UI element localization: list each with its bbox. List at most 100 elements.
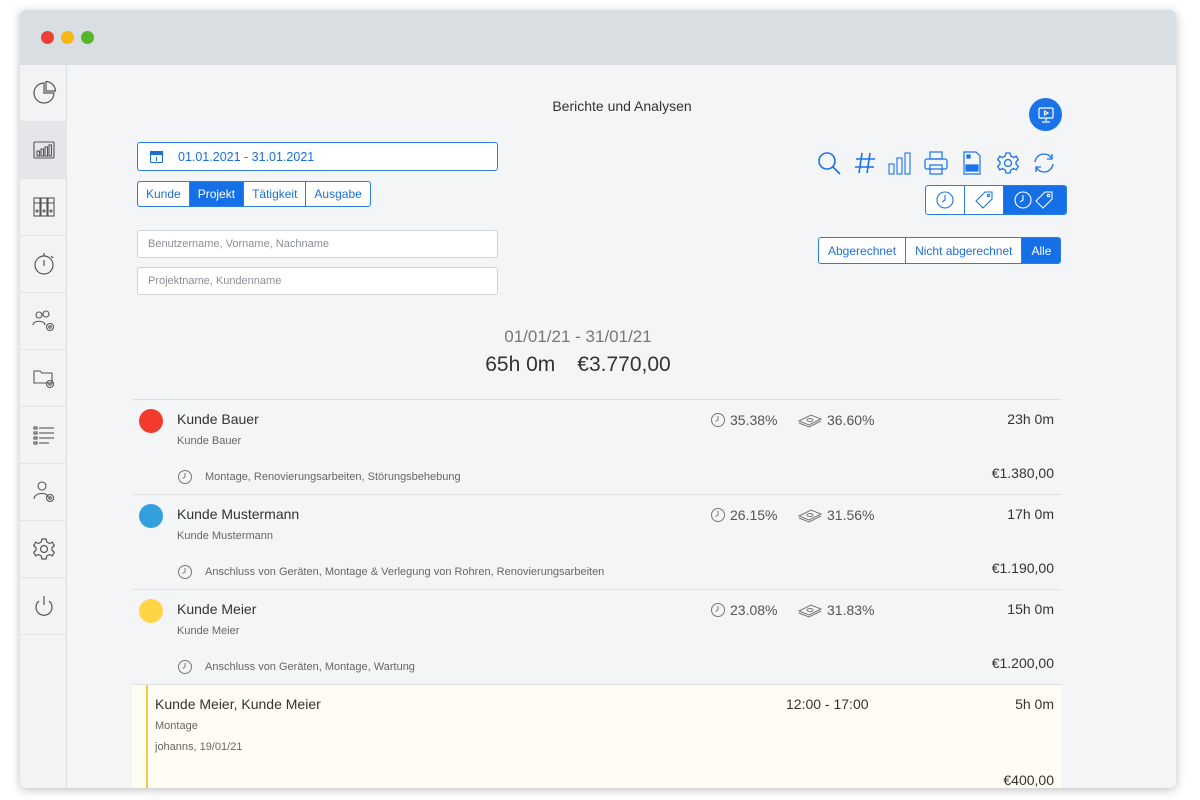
pie-chart-icon bbox=[32, 80, 56, 104]
sidebar-item-team-settings[interactable] bbox=[20, 293, 67, 350]
sidebar-item-reports[interactable] bbox=[20, 122, 67, 179]
sidebar-item-list[interactable] bbox=[20, 407, 67, 464]
entry-name: Kunde Meier, Kunde Meier bbox=[155, 696, 321, 712]
total-hours: 65h 0m bbox=[485, 353, 556, 376]
tab-alle[interactable]: Alle bbox=[1022, 238, 1061, 263]
title-bar bbox=[20, 10, 1176, 65]
tab-kunde[interactable]: Kunde bbox=[138, 182, 190, 206]
sidebar-item-folder-settings[interactable] bbox=[20, 350, 67, 407]
chart-button[interactable] bbox=[886, 149, 914, 177]
row-hours: 23h 0m bbox=[1007, 411, 1054, 427]
row-activities: Montage, Renovierungsarbeiten, Störungsb… bbox=[177, 469, 461, 485]
money-icon bbox=[797, 509, 823, 523]
hash-icon bbox=[855, 152, 875, 174]
report-row[interactable]: Kunde Bauer Kunde Bauer 35.38% 36.60% 23… bbox=[132, 399, 1062, 494]
view-time-amount[interactable] bbox=[1004, 186, 1066, 214]
customer-color-dot bbox=[139, 409, 163, 433]
tab-abgerechnet[interactable]: Abgerechnet bbox=[819, 238, 907, 263]
presentation-button[interactable] bbox=[1029, 98, 1062, 131]
list-icon bbox=[32, 426, 54, 445]
gear-icon bbox=[32, 538, 55, 560]
settings-button[interactable] bbox=[994, 149, 1022, 177]
sidebar-item-dashboard[interactable] bbox=[20, 65, 67, 122]
view-mode-tabs bbox=[925, 185, 1067, 215]
clock-icon bbox=[711, 413, 725, 427]
total-amount: €3.770,00 bbox=[577, 353, 671, 376]
refresh-icon bbox=[1034, 153, 1054, 173]
customer-color-dot bbox=[139, 599, 163, 623]
amount-percentage: 36.60% bbox=[797, 412, 874, 428]
row-hours: 15h 0m bbox=[1007, 601, 1054, 617]
search-button[interactable] bbox=[815, 149, 843, 177]
users-settings-icon bbox=[31, 310, 54, 332]
entry-hours: 5h 0m bbox=[1015, 696, 1054, 712]
clock-icon bbox=[178, 565, 192, 579]
report-list: Kunde Bauer Kunde Bauer 35.38% 36.60% 23… bbox=[132, 399, 1062, 788]
sidebar bbox=[20, 65, 67, 788]
app-window: Berichte und Analysen 01.01.2021 - 31.01… bbox=[20, 10, 1176, 788]
view-amount[interactable] bbox=[965, 186, 1004, 214]
money-icon bbox=[797, 414, 823, 428]
money-icon bbox=[797, 604, 823, 618]
time-percentage: 35.38% bbox=[710, 412, 777, 428]
report-row[interactable]: Kunde Mustermann Kunde Mustermann 26.15%… bbox=[132, 494, 1062, 589]
tab-taetigkeit[interactable]: Tätigkeit bbox=[244, 182, 307, 206]
row-name: Kunde Bauer bbox=[177, 411, 259, 427]
minimize-window-button[interactable] bbox=[61, 31, 74, 44]
page-title: Berichte und Analysen bbox=[552, 98, 692, 114]
bar-chart-icon bbox=[888, 152, 911, 175]
time-percentage: 23.08% bbox=[710, 602, 777, 618]
tab-nicht-abgerechnet[interactable]: Nicht abgerechnet bbox=[906, 238, 1023, 263]
customer-color-dot bbox=[139, 504, 163, 528]
date-range-value: 01.01.2021 - 31.01.2021 bbox=[178, 149, 315, 164]
time-percentage: 26.15% bbox=[710, 507, 777, 523]
print-icon bbox=[924, 151, 948, 175]
sidebar-item-logout[interactable] bbox=[20, 578, 67, 635]
sidebar-item-user-settings[interactable] bbox=[20, 464, 67, 521]
tag-icon bbox=[975, 191, 993, 209]
row-subtitle: Kunde Meier bbox=[177, 625, 240, 637]
group-by-tabs: Kunde Projekt Tätigkeit Ausgabe bbox=[137, 181, 371, 207]
stopwatch-icon bbox=[33, 253, 54, 275]
row-activities: Anschluss von Geräten, Montage & Verlegu… bbox=[177, 564, 604, 580]
print-button[interactable] bbox=[922, 149, 950, 177]
maximize-window-button[interactable] bbox=[81, 31, 94, 44]
clock-tag-icon bbox=[1014, 191, 1053, 209]
bar-chart-icon bbox=[32, 141, 55, 159]
tab-ausgabe[interactable]: Ausgabe bbox=[306, 182, 369, 206]
row-amount: €1.380,00 bbox=[991, 465, 1054, 481]
view-time[interactable] bbox=[926, 186, 965, 214]
row-amount: €1.200,00 bbox=[991, 655, 1054, 671]
summary-range: 01/01/21 - 31/01/21 bbox=[504, 327, 652, 346]
tab-projekt[interactable]: Projekt bbox=[189, 182, 245, 206]
row-name: Kunde Mustermann bbox=[177, 506, 300, 522]
entry-time: 12:00 - 17:00 bbox=[786, 696, 869, 712]
entry-task: Montage bbox=[155, 720, 198, 732]
amount-percentage: 31.83% bbox=[797, 602, 874, 618]
hash-button[interactable] bbox=[851, 149, 879, 177]
row-subtitle: Kunde Mustermann bbox=[177, 530, 273, 542]
close-window-button[interactable] bbox=[41, 31, 54, 44]
row-hours: 17h 0m bbox=[1007, 506, 1054, 522]
sidebar-item-timer[interactable] bbox=[20, 236, 67, 293]
refresh-button[interactable] bbox=[1030, 149, 1058, 177]
billing-filter-tabs: Abgerechnet Nicht abgerechnet Alle bbox=[818, 237, 1062, 264]
date-range-picker[interactable]: 01.01.2021 - 31.01.2021 bbox=[137, 142, 498, 171]
sidebar-item-projects[interactable] bbox=[20, 179, 67, 236]
csv-export-button[interactable] bbox=[958, 149, 986, 177]
csv-icon bbox=[963, 151, 981, 175]
power-icon bbox=[34, 596, 53, 616]
report-row[interactable]: Kunde Meier Kunde Meier 23.08% 31.83% 15… bbox=[132, 589, 1062, 684]
entry-amount: €400,00 bbox=[1003, 772, 1054, 788]
user-search-input[interactable] bbox=[137, 230, 498, 258]
clock-icon bbox=[178, 470, 192, 484]
gear-icon bbox=[996, 152, 1020, 174]
monitor-play-icon bbox=[1037, 106, 1054, 123]
sidebar-item-settings[interactable] bbox=[20, 521, 67, 578]
project-search-input[interactable] bbox=[137, 267, 498, 295]
row-activities: Anschluss von Geräten, Montage, Wartung bbox=[177, 659, 415, 675]
time-entry[interactable]: Kunde Meier, Kunde Meier Montage johanns… bbox=[132, 684, 1062, 788]
user-settings-icon bbox=[32, 481, 54, 503]
clock-icon bbox=[711, 508, 725, 522]
amount-percentage: 31.56% bbox=[797, 507, 874, 523]
